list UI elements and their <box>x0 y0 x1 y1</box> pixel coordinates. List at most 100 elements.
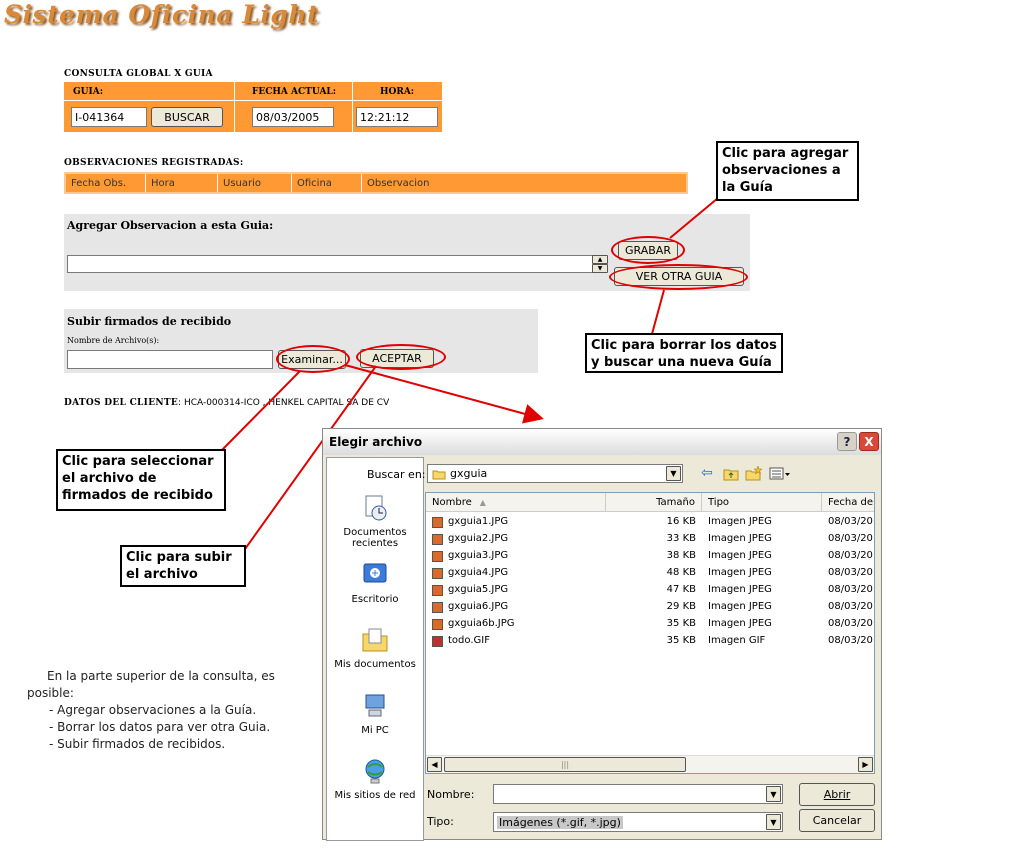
file-type: Imagen JPEG <box>708 584 772 595</box>
dialog-title: Elegir archivo <box>323 429 881 455</box>
line-seleccionar <box>221 370 301 451</box>
file-date: 08/03/20 <box>828 618 873 629</box>
jpeg-file-icon <box>432 568 443 579</box>
jpeg-file-icon <box>432 534 443 545</box>
file-size: 29 KB <box>666 601 696 612</box>
place-label: Mi PC <box>361 725 389 736</box>
place-label: Mis sitios de red <box>334 790 416 801</box>
scroll-thumb[interactable]: ||| <box>444 757 686 772</box>
description-block: En la parte superior de la consulta, es … <box>27 668 297 753</box>
file-row[interactable]: gxguia5.JPG 47 KB Imagen JPEG 08/03/20 <box>426 582 874 599</box>
callout-agregar: Clic para agregar observaciones a la Guí… <box>716 141 859 201</box>
jpeg-file-icon <box>432 585 443 596</box>
nombre-dropdown-icon[interactable]: ▼ <box>766 786 781 802</box>
file-row[interactable]: gxguia2.JPG 33 KB Imagen JPEG 08/03/20 <box>426 531 874 548</box>
back-icon[interactable]: ⇦ <box>701 465 713 481</box>
file-date: 08/03/20 <box>828 533 873 544</box>
file-name: todo.GIF <box>448 635 490 646</box>
line-agregar <box>669 197 719 239</box>
file-list[interactable]: Nombre ▲ Tamaño Tipo Fecha de gxguia1.JPG… <box>425 492 875 774</box>
tipo-select[interactable]: Imágenes (*.gif, *.jpg) ▼ <box>493 812 783 832</box>
places-bar: Documentos recientes Escritorio Mis docu… <box>326 457 424 841</box>
callout-subir: Clic para subir el archivo <box>120 545 246 587</box>
recent-documents-icon <box>365 495 387 521</box>
place-escritorio[interactable]: Escritorio <box>327 561 423 605</box>
col-tipo[interactable]: Tipo <box>702 493 822 511</box>
folder-icon <box>432 470 446 480</box>
abrir-button[interactable]: Abrir <box>799 783 875 806</box>
col-nombre[interactable]: Nombre ▲ <box>426 493 606 511</box>
file-name: gxguia5.JPG <box>448 584 509 595</box>
col-tamano[interactable]: Tamaño <box>606 493 702 511</box>
file-row[interactable]: gxguia3.JPG 38 KB Imagen JPEG 08/03/20 <box>426 548 874 565</box>
jpeg-file-icon <box>432 619 443 630</box>
tipo-dropdown-icon[interactable]: ▼ <box>766 814 781 830</box>
scroll-left-icon[interactable]: ◀ <box>427 757 442 772</box>
new-folder-icon[interactable] <box>745 465 763 481</box>
file-name: gxguia4.JPG <box>448 567 509 578</box>
jpeg-file-icon <box>432 551 443 562</box>
file-row[interactable]: gxguia6.JPG 29 KB Imagen JPEG 08/03/20 <box>426 599 874 616</box>
buscar-en-value: gxguia <box>450 467 488 480</box>
file-type: Imagen JPEG <box>708 516 772 527</box>
file-size: 16 KB <box>666 516 696 527</box>
buscar-en-select[interactable]: gxguia ▼ <box>427 464 683 483</box>
file-size: 35 KB <box>666 618 696 629</box>
my-documents-icon <box>362 628 388 652</box>
tipo-value: Imágenes (*.gif, *.jpg) <box>497 815 623 829</box>
file-date: 08/03/20 <box>828 635 873 646</box>
close-button[interactable]: X <box>859 432 879 451</box>
file-type: Imagen JPEG <box>708 550 772 561</box>
place-mi-pc[interactable]: Mi PC <box>327 692 423 736</box>
place-documentos-recientes[interactable]: Documentos recientes <box>327 494 423 549</box>
file-date: 08/03/20 <box>828 567 873 578</box>
buscar-en-label: Buscar en: <box>367 468 426 481</box>
line-borrar <box>651 289 665 335</box>
file-size: 48 KB <box>666 567 696 578</box>
jpeg-file-icon <box>432 517 443 528</box>
network-places-icon <box>365 759 385 784</box>
desktop-icon <box>363 563 387 583</box>
file-name: gxguia6b.JPG <box>448 618 515 629</box>
file-size: 38 KB <box>666 550 696 561</box>
file-type: Imagen JPEG <box>708 567 772 578</box>
file-type: Imagen JPEG <box>708 601 772 612</box>
file-size: 33 KB <box>666 533 696 544</box>
highlight-ver-otra-guia <box>609 264 748 290</box>
highlight-grabar <box>611 236 685 264</box>
nombre-label: Nombre: <box>427 788 475 801</box>
up-folder-icon[interactable] <box>723 467 739 481</box>
file-date: 08/03/20 <box>828 601 873 612</box>
file-type: Imagen JPEG <box>708 533 772 544</box>
file-row[interactable]: gxguia6b.JPG 35 KB Imagen JPEG 08/03/20 <box>426 616 874 633</box>
help-button[interactable]: ? <box>837 432 857 451</box>
file-date: 08/03/20 <box>828 550 873 561</box>
place-mis-sitios-de-red[interactable]: Mis sitios de red <box>327 757 423 801</box>
jpeg-file-icon <box>432 602 443 613</box>
cancelar-button[interactable]: Cancelar <box>799 809 875 832</box>
file-size: 35 KB <box>666 635 696 646</box>
horizontal-scrollbar[interactable]: ◀ ||| ▶ <box>426 755 874 773</box>
place-label: Escritorio <box>351 594 399 605</box>
highlight-aceptar <box>356 344 446 370</box>
buscar-en-dropdown-icon[interactable]: ▼ <box>666 466 681 481</box>
nombre-input[interactable]: ▼ <box>493 784 783 804</box>
file-row[interactable]: todo.GIF 35 KB Imagen GIF 08/03/20 <box>426 633 874 650</box>
file-list-header: Nombre ▲ Tamaño Tipo Fecha de <box>426 493 874 512</box>
place-label: Documentos recientes <box>343 527 407 549</box>
scroll-right-icon[interactable]: ▶ <box>858 757 873 772</box>
file-date: 08/03/20 <box>828 584 873 595</box>
gif-file-icon <box>432 636 443 647</box>
file-date: 08/03/20 <box>828 516 873 527</box>
file-size: 47 KB <box>666 584 696 595</box>
file-row[interactable]: gxguia4.JPG 48 KB Imagen JPEG 08/03/20 <box>426 565 874 582</box>
views-menu-icon[interactable] <box>769 467 791 481</box>
col-fecha[interactable]: Fecha de <box>822 493 874 511</box>
place-mis-documentos[interactable]: Mis documentos <box>327 626 423 670</box>
my-computer-icon <box>365 694 385 717</box>
place-label: Mis documentos <box>334 659 416 670</box>
file-name: gxguia1.JPG <box>448 516 509 527</box>
tipo-label: Tipo: <box>427 815 454 828</box>
file-row[interactable]: gxguia1.JPG 16 KB Imagen JPEG 08/03/20 <box>426 514 874 531</box>
file-name: gxguia6.JPG <box>448 601 509 612</box>
